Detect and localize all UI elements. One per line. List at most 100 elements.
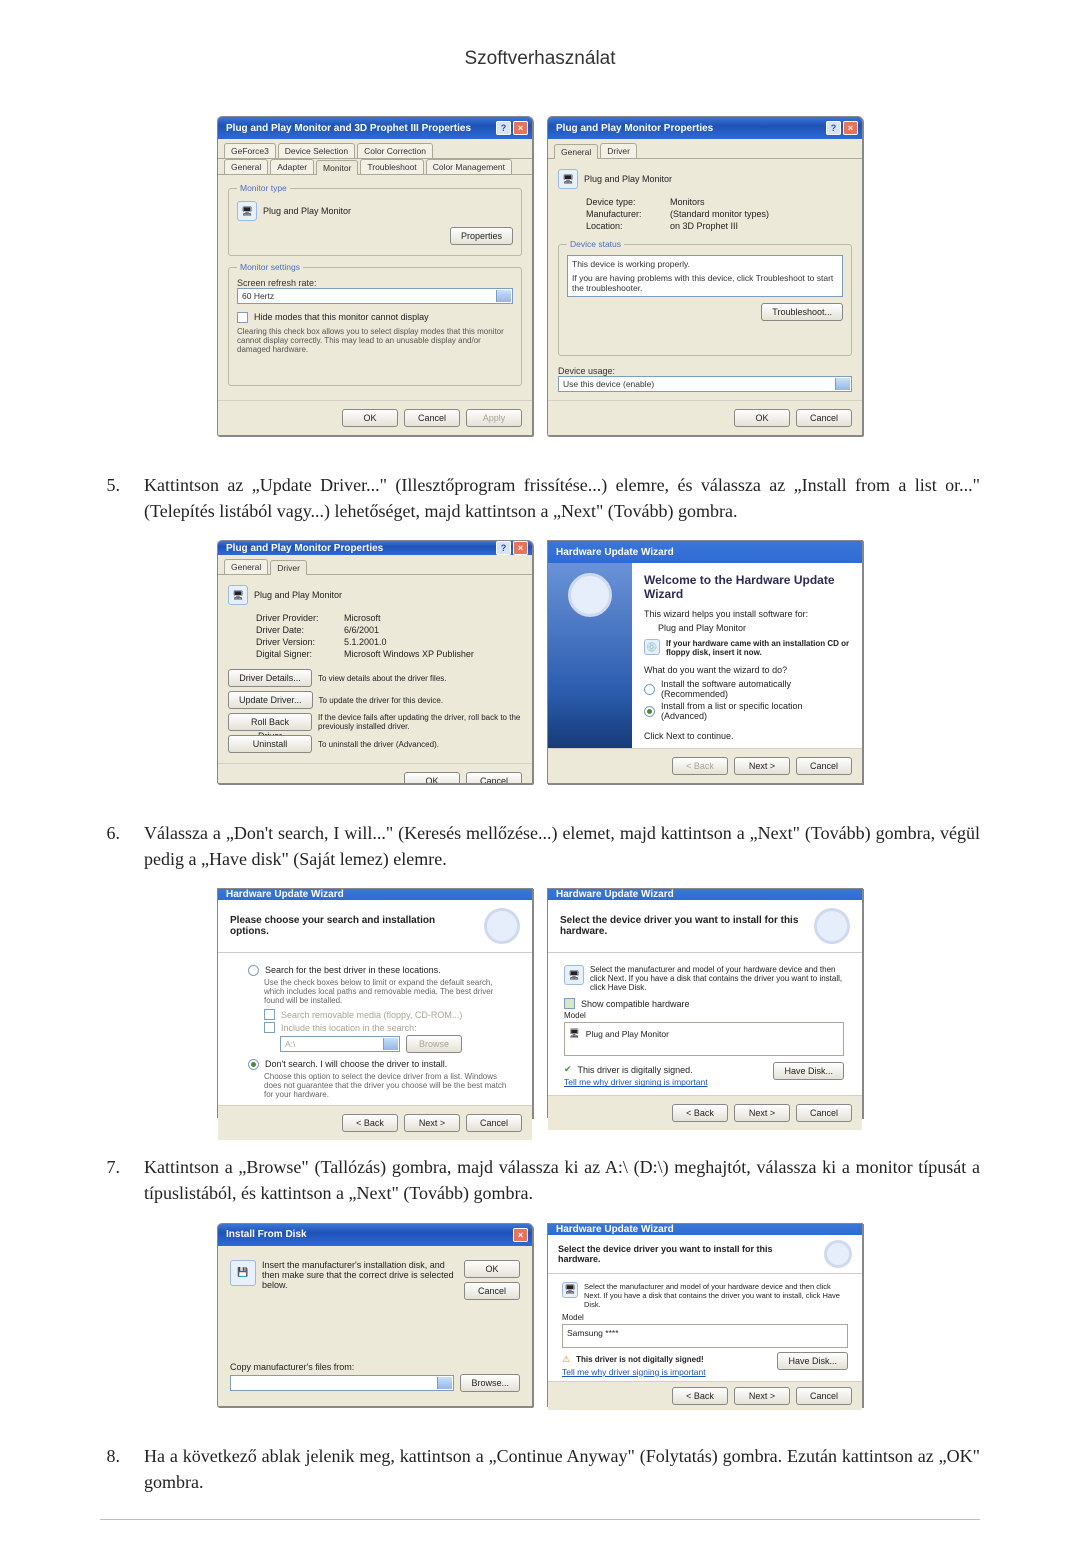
signer-label: Digital Signer:	[256, 649, 338, 659]
next-button[interactable]: Next >	[734, 1387, 790, 1405]
radio-list-label: Install from a list or specific location…	[661, 701, 850, 721]
wizard-intro: This wizard helps you install software f…	[644, 609, 850, 619]
figure-row-2: Plug and Play Monitor Properties ? × Gen…	[100, 540, 980, 784]
browse-button[interactable]: Browse...	[460, 1374, 520, 1392]
window-title: Plug and Play Monitor and 3D Prophet III…	[226, 123, 471, 134]
step-8: 8. Ha a következő ablak jelenik meg, kat…	[100, 1443, 980, 1495]
model-list[interactable]: Samsung ****	[562, 1324, 848, 1348]
why-signing-link[interactable]: Tell me why driver signing is important	[564, 1077, 708, 1087]
next-button[interactable]: Next >	[404, 1114, 460, 1132]
radio-nosearch-label: Don't search. I will choose the driver t…	[265, 1059, 447, 1069]
window-title: Plug and Play Monitor Properties	[556, 123, 713, 134]
mfr-value: (Standard monitor types)	[670, 209, 769, 219]
step-number: 5.	[100, 472, 120, 524]
wizard-search-options: Hardware Update Wizard Please choose you…	[217, 888, 533, 1118]
path-select: A:\	[280, 1036, 400, 1052]
radio-list[interactable]	[644, 706, 655, 717]
usage-value: Use this device (enable)	[563, 379, 654, 389]
status-line2: If you are having problems with this dev…	[572, 273, 838, 293]
disk-icon: 💾	[230, 1260, 256, 1286]
tab-color-correction[interactable]: Color Correction	[357, 143, 433, 158]
cancel-button[interactable]: Cancel	[796, 1387, 852, 1405]
chk-compatible[interactable]	[564, 998, 575, 1009]
ok-button[interactable]: OK	[464, 1260, 520, 1278]
step-6: 6. Válassza a „Don't search, I will..." …	[100, 820, 980, 872]
device-status-group: Device status This device is working pro…	[558, 239, 852, 356]
ok-button[interactable]: OK	[734, 409, 790, 427]
close-icon[interactable]: ×	[513, 1228, 528, 1242]
driver-details-button[interactable]: Driver Details...	[228, 669, 312, 687]
usage-select[interactable]: Use this device (enable)	[558, 376, 852, 392]
tab-general[interactable]: General	[224, 559, 268, 574]
cancel-button[interactable]: Cancel	[796, 757, 852, 775]
why-signing-link[interactable]: Tell me why driver signing is important	[562, 1367, 706, 1377]
radio-auto[interactable]	[644, 684, 655, 695]
figure-row-3: Hardware Update Wizard Please choose you…	[100, 888, 980, 1118]
cancel-button[interactable]: Cancel	[466, 1114, 522, 1132]
cancel-button[interactable]: Cancel	[796, 409, 852, 427]
monitor-icon: 🖥	[569, 1028, 580, 1039]
tab-driver[interactable]: Driver	[600, 143, 637, 158]
tabs: General Driver	[548, 139, 862, 159]
next-button[interactable]: Next >	[734, 757, 790, 775]
step-5: 5. Kattintson az „Update Driver..." (Ill…	[100, 472, 980, 524]
tab-colormgmt[interactable]: Color Management	[426, 159, 512, 174]
tab-device-selection[interactable]: Device Selection	[278, 143, 355, 158]
tab-adapter[interactable]: Adapter	[270, 159, 314, 174]
radio-search[interactable]	[248, 965, 259, 976]
titlebar: Hardware Update Wizard	[548, 541, 862, 563]
back-button[interactable]: < Back	[342, 1114, 398, 1132]
drive-select[interactable]	[230, 1375, 454, 1391]
titlebar: Hardware Update Wizard	[548, 889, 862, 900]
chk-removable	[264, 1009, 275, 1020]
tab-troubleshoot[interactable]: Troubleshoot	[360, 159, 423, 174]
next-button[interactable]: Next >	[734, 1104, 790, 1122]
tab-general[interactable]: General	[224, 159, 268, 174]
cancel-button[interactable]: Cancel	[466, 772, 522, 784]
have-disk-button[interactable]: Have Disk...	[773, 1062, 844, 1080]
back-button[interactable]: < Back	[672, 1387, 728, 1405]
hide-modes-checkbox[interactable]	[237, 312, 248, 323]
uninstall-button[interactable]: Uninstall	[228, 735, 312, 753]
refresh-select[interactable]: 60 Hertz	[237, 288, 513, 304]
troubleshoot-button[interactable]: Troubleshoot...	[761, 303, 843, 321]
monitor-name: Plug and Play Monitor	[254, 590, 342, 600]
monitor-type-group: Monitor type 🖥 Plug and Play Monitor Pro…	[228, 183, 522, 256]
cancel-button[interactable]: Cancel	[796, 1104, 852, 1122]
window-title: Plug and Play Monitor Properties	[226, 543, 383, 554]
figure-row-1: Plug and Play Monitor and 3D Prophet III…	[100, 116, 980, 436]
tab-driver[interactable]: Driver	[270, 560, 307, 575]
model-list[interactable]: 🖥Plug and Play Monitor	[564, 1022, 844, 1056]
help-icon[interactable]: ?	[496, 121, 511, 135]
window-title: Hardware Update Wizard	[556, 547, 674, 558]
wizard-heading: Welcome to the Hardware Update Wizard	[644, 573, 850, 601]
ok-button[interactable]: OK	[404, 772, 460, 784]
refresh-value: 60 Hertz	[242, 291, 274, 301]
gear-icon	[824, 1240, 852, 1268]
cancel-button[interactable]: Cancel	[404, 409, 460, 427]
cd-icon: 💿	[644, 639, 660, 655]
close-icon[interactable]: ×	[843, 121, 858, 135]
back-button[interactable]: < Back	[672, 1104, 728, 1122]
radio-nosearch[interactable]	[248, 1059, 259, 1070]
close-icon[interactable]: ×	[513, 121, 528, 135]
tab-geforce3[interactable]: GeForce3	[224, 143, 276, 158]
tab-general[interactable]: General	[554, 144, 598, 159]
monitor-icon: 🖥	[564, 965, 584, 985]
have-disk-button[interactable]: Have Disk...	[777, 1352, 848, 1370]
tabs-row1: GeForce3 Device Selection Color Correcti…	[218, 139, 532, 159]
titlebar: Plug and Play Monitor and 3D Prophet III…	[218, 117, 532, 139]
cancel-button[interactable]: Cancel	[464, 1282, 520, 1300]
tab-monitor[interactable]: Monitor	[316, 160, 358, 175]
signed-label: This driver is digitally signed.	[578, 1065, 693, 1075]
help-icon[interactable]: ?	[826, 121, 841, 135]
properties-button[interactable]: Properties	[450, 227, 513, 245]
hide-modes-desc: Clearing this check box allows you to se…	[237, 327, 513, 354]
update-driver-button[interactable]: Update Driver...	[228, 691, 313, 709]
rollback-button[interactable]: Roll Back Driver	[228, 713, 312, 731]
ok-button[interactable]: OK	[342, 409, 398, 427]
close-icon[interactable]: ×	[513, 541, 528, 555]
help-icon[interactable]: ?	[496, 541, 511, 555]
usage-label: Device usage:	[558, 366, 852, 376]
wizard-heading: Select the device driver you want to ins…	[558, 1244, 814, 1264]
